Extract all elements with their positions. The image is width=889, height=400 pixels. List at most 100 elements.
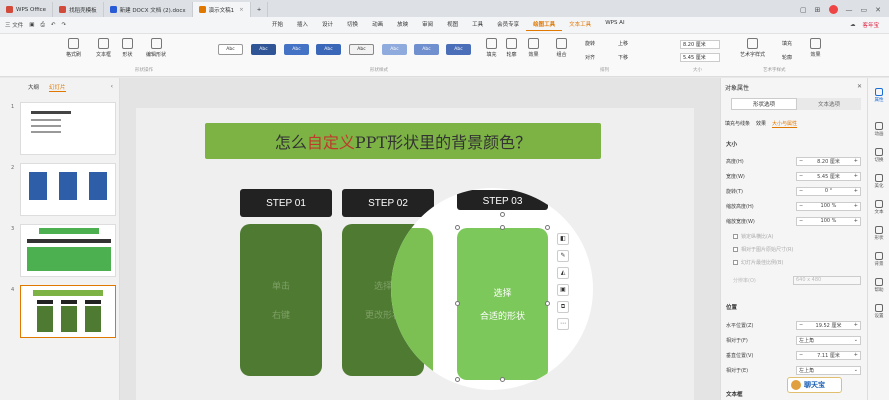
menu-text-tools[interactable]: 文本工具: [562, 20, 598, 31]
collapse-icon[interactable]: ‹: [111, 83, 113, 90]
textbox-section-title[interactable]: 文本框: [726, 390, 743, 398]
text-options-tab[interactable]: 文本选项: [797, 98, 861, 110]
text-fill-button[interactable]: 填充: [782, 40, 792, 47]
side-transition[interactable]: 切换: [870, 148, 888, 163]
resolution-select[interactable]: 640 x 480: [793, 275, 861, 285]
style-sample-5[interactable]: Abc: [349, 44, 374, 55]
side-properties[interactable]: 属性: [870, 88, 888, 103]
tab-wps-office[interactable]: WPS Office: [0, 2, 54, 17]
height-input[interactable]: 8.20 厘米: [680, 40, 720, 49]
menu-review[interactable]: 审阅: [415, 20, 440, 31]
side-shape[interactable]: 形状: [870, 226, 888, 241]
close-tab-icon[interactable]: ×: [239, 7, 244, 13]
menu-start[interactable]: 开始: [265, 20, 290, 31]
slide-thumbnail-4[interactable]: [20, 285, 116, 338]
slide-thumbnail-3[interactable]: [20, 224, 116, 277]
resize-handle[interactable]: [455, 377, 460, 382]
print-icon[interactable]: ⎙: [40, 22, 44, 29]
width-input[interactable]: 5.45 厘米: [680, 53, 720, 62]
pen-icon[interactable]: ✎: [557, 250, 569, 262]
menu-member[interactable]: 会员专享: [490, 20, 526, 31]
tab-effect[interactable]: 效果: [756, 120, 766, 128]
h-position-field[interactable]: −19.52 厘米 +: [796, 320, 861, 330]
relative-original-checkbox[interactable]: 相对于图片原始尺寸(R): [733, 246, 793, 253]
step-1-label[interactable]: STEP 01: [240, 189, 332, 217]
card-1[interactable]: 单击 右键: [240, 224, 322, 376]
v-relative-select[interactable]: 左上角 ⌄: [796, 365, 861, 375]
position-section-title[interactable]: 位置: [726, 303, 737, 311]
wordart-button[interactable]: 艺术字样式: [740, 38, 765, 58]
resize-handle[interactable]: [500, 225, 505, 230]
menu-view[interactable]: 视图: [440, 20, 465, 31]
style-sample-3[interactable]: Abc: [284, 44, 309, 55]
menu-transition[interactable]: 切换: [340, 20, 365, 31]
tab-fill-line[interactable]: 填充与线条: [725, 120, 750, 128]
tab-presentation[interactable]: 演示文稿1 ×: [192, 2, 251, 17]
menu-insert[interactable]: 插入: [290, 20, 315, 31]
style-sample-8[interactable]: Abc: [446, 44, 471, 55]
save-icon[interactable]: ▣: [29, 22, 34, 28]
layers-icon[interactable]: ◧: [557, 233, 569, 245]
rotation-field[interactable]: −0 ° +: [796, 186, 861, 196]
slide-thumbnail-1[interactable]: [20, 102, 116, 155]
close-panel-icon[interactable]: ✕: [857, 83, 862, 90]
menu-design[interactable]: 设计: [315, 20, 340, 31]
menu-tools[interactable]: 工具: [465, 20, 490, 31]
tab-slides[interactable]: 幻灯片: [49, 83, 66, 92]
more-icon[interactable]: ⋯: [557, 318, 569, 330]
slide-thumbnail-2[interactable]: [20, 163, 116, 216]
effect-button[interactable]: 效果: [528, 38, 539, 58]
format-painter-button[interactable]: 格式刷: [66, 38, 81, 58]
new-tab-button[interactable]: +: [251, 2, 269, 17]
style-sample-2[interactable]: Abc: [251, 44, 276, 55]
edit-shape-button[interactable]: 编辑形状: [146, 38, 166, 58]
menu-drawing-tools[interactable]: 绘图工具: [526, 20, 563, 31]
tab-template[interactable]: 找稻壳模板: [53, 2, 104, 17]
resize-handle[interactable]: [545, 301, 550, 306]
resize-handle[interactable]: [455, 301, 460, 306]
ads-label[interactable]: 客年宝: [862, 21, 879, 29]
side-background[interactable]: 背景: [870, 252, 888, 267]
side-beautify[interactable]: 美化: [870, 174, 888, 189]
side-help[interactable]: 帮助: [870, 278, 888, 293]
v-position-field[interactable]: −7.11 厘米 +: [796, 350, 861, 360]
cloud-icon[interactable]: ☁: [850, 22, 856, 28]
menu-slideshow[interactable]: 放映: [390, 20, 415, 31]
side-settings[interactable]: 设置: [870, 304, 888, 319]
avatar[interactable]: [828, 5, 838, 14]
tab-docx[interactable]: 新建 DOCX 文档 (2).docx: [104, 2, 193, 17]
tab-size-properties[interactable]: 大小与属性: [772, 120, 798, 128]
lock-ratio-checkbox[interactable]: 锁定纵横比(A): [733, 233, 773, 240]
redo-icon[interactable]: ↷: [61, 22, 66, 28]
outline-button[interactable]: 轮廓: [506, 38, 517, 58]
fill-bucket-icon[interactable]: ◭: [557, 267, 569, 279]
rotate-button[interactable]: 旋转: [585, 40, 595, 47]
file-menu[interactable]: 三 文件: [5, 21, 23, 29]
frame-icon[interactable]: ▣: [557, 284, 569, 296]
rotate-handle[interactable]: [500, 212, 505, 217]
fill-button[interactable]: 填充: [486, 38, 497, 58]
menu-wps-ai[interactable]: WPS AI: [598, 20, 631, 31]
card-3-selected[interactable]: 选择 合适的形状: [457, 228, 548, 380]
undo-icon[interactable]: ↶: [51, 22, 56, 28]
style-sample-1[interactable]: Abc: [218, 44, 243, 55]
resize-handle[interactable]: [545, 377, 550, 382]
style-sample-6[interactable]: Abc: [382, 44, 407, 55]
resize-handle[interactable]: [455, 225, 460, 230]
size-section-title[interactable]: 大小: [726, 140, 737, 148]
slide-title[interactable]: 怎么 自定义 PPT形状里的背景颜色？: [205, 123, 601, 159]
minimize-icon[interactable]: —: [846, 6, 853, 14]
height-field[interactable]: −8.20 厘米 +: [796, 156, 861, 166]
resize-handle[interactable]: [500, 377, 505, 382]
h-relative-select[interactable]: 左上角 ⌄: [796, 335, 861, 345]
text-outline-button[interactable]: 轮廓: [782, 54, 792, 61]
text-effect-button[interactable]: 效果: [810, 38, 821, 58]
step-2-label[interactable]: STEP 02: [342, 189, 434, 217]
style-sample-7[interactable]: Abc: [414, 44, 439, 55]
close-window-icon[interactable]: ✕: [875, 6, 881, 14]
textbox-button[interactable]: 文本框: [96, 38, 111, 58]
tab-outline[interactable]: 大纲: [28, 83, 39, 92]
copy-icon[interactable]: ⧉: [557, 301, 569, 313]
style-sample-4[interactable]: Abc: [316, 44, 341, 55]
window-icon[interactable]: ▢: [800, 6, 807, 14]
